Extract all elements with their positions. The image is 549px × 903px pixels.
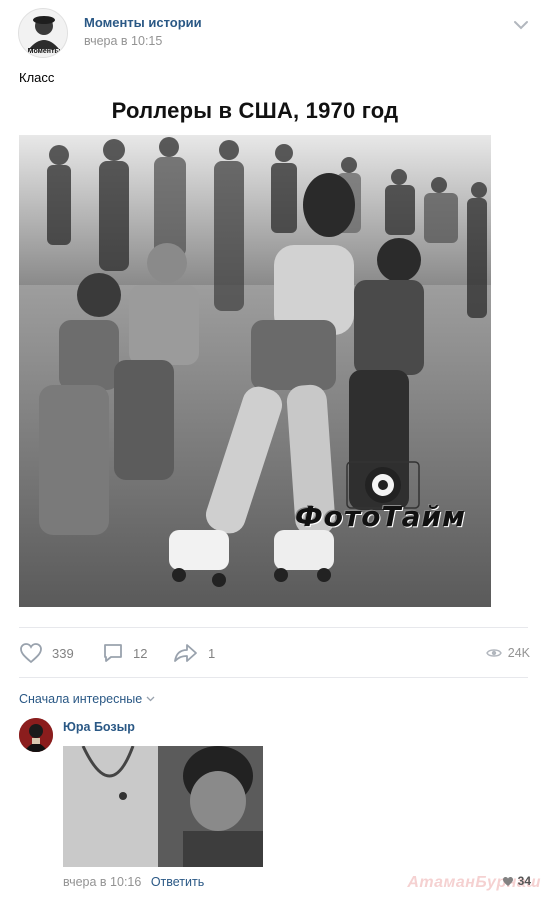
chevron-down-icon [146,696,155,702]
share-count: 1 [208,645,216,661]
group-avatar[interactable]: Моменты [18,8,68,58]
comment-button[interactable]: 12 [102,640,147,666]
comment-meta: вчера в 10:16 Ответить [63,875,204,889]
like-count: 339 [52,645,74,661]
post-time[interactable]: вчера в 10:15 [84,34,162,48]
post-header: Моменты Моменты истории вчера в 10:15 [18,8,533,58]
comment-count: 12 [133,645,148,661]
post-image[interactable]: Роллеры в США, 1970 год ФотоТайм [19,92,491,607]
comment-time[interactable]: вчера в 10:16 [63,875,141,889]
share-button[interactable]: 1 [173,640,215,666]
heart-icon [20,643,42,664]
heart-icon [502,876,513,886]
comment-author-name[interactable]: Юра Бозыр [63,720,135,734]
share-icon [174,644,197,662]
eye-icon [485,649,502,657]
avatar-text: Моменты [28,48,61,55]
comment-icon [104,644,122,662]
comments-sort-toggle[interactable]: Сначала интересные [19,692,155,706]
sort-label: Сначала интересные [19,692,143,706]
views-count: 24K [507,646,530,660]
roller-skaters-photo [19,135,491,607]
comment-like-button[interactable]: 34 [502,874,531,888]
comment-like-count: 34 [517,874,531,888]
like-button[interactable]: 339 [19,640,74,666]
photo-watermark: ФотоТайм [295,500,466,533]
views-counter: 24K [485,640,530,666]
post-actions: 339 12 1 24K [19,640,530,666]
reply-link[interactable]: Ответить [151,875,204,889]
comment-photo-attachment[interactable] [63,746,263,867]
divider [19,677,528,678]
post-text: Класс [19,70,55,85]
image-caption: Роллеры в США, 1970 год [111,98,399,123]
group-name-link[interactable]: Моменты истории [84,15,202,30]
chevron-down-icon[interactable] [513,18,529,30]
comment-author-avatar[interactable] [19,718,53,752]
divider [19,627,528,628]
